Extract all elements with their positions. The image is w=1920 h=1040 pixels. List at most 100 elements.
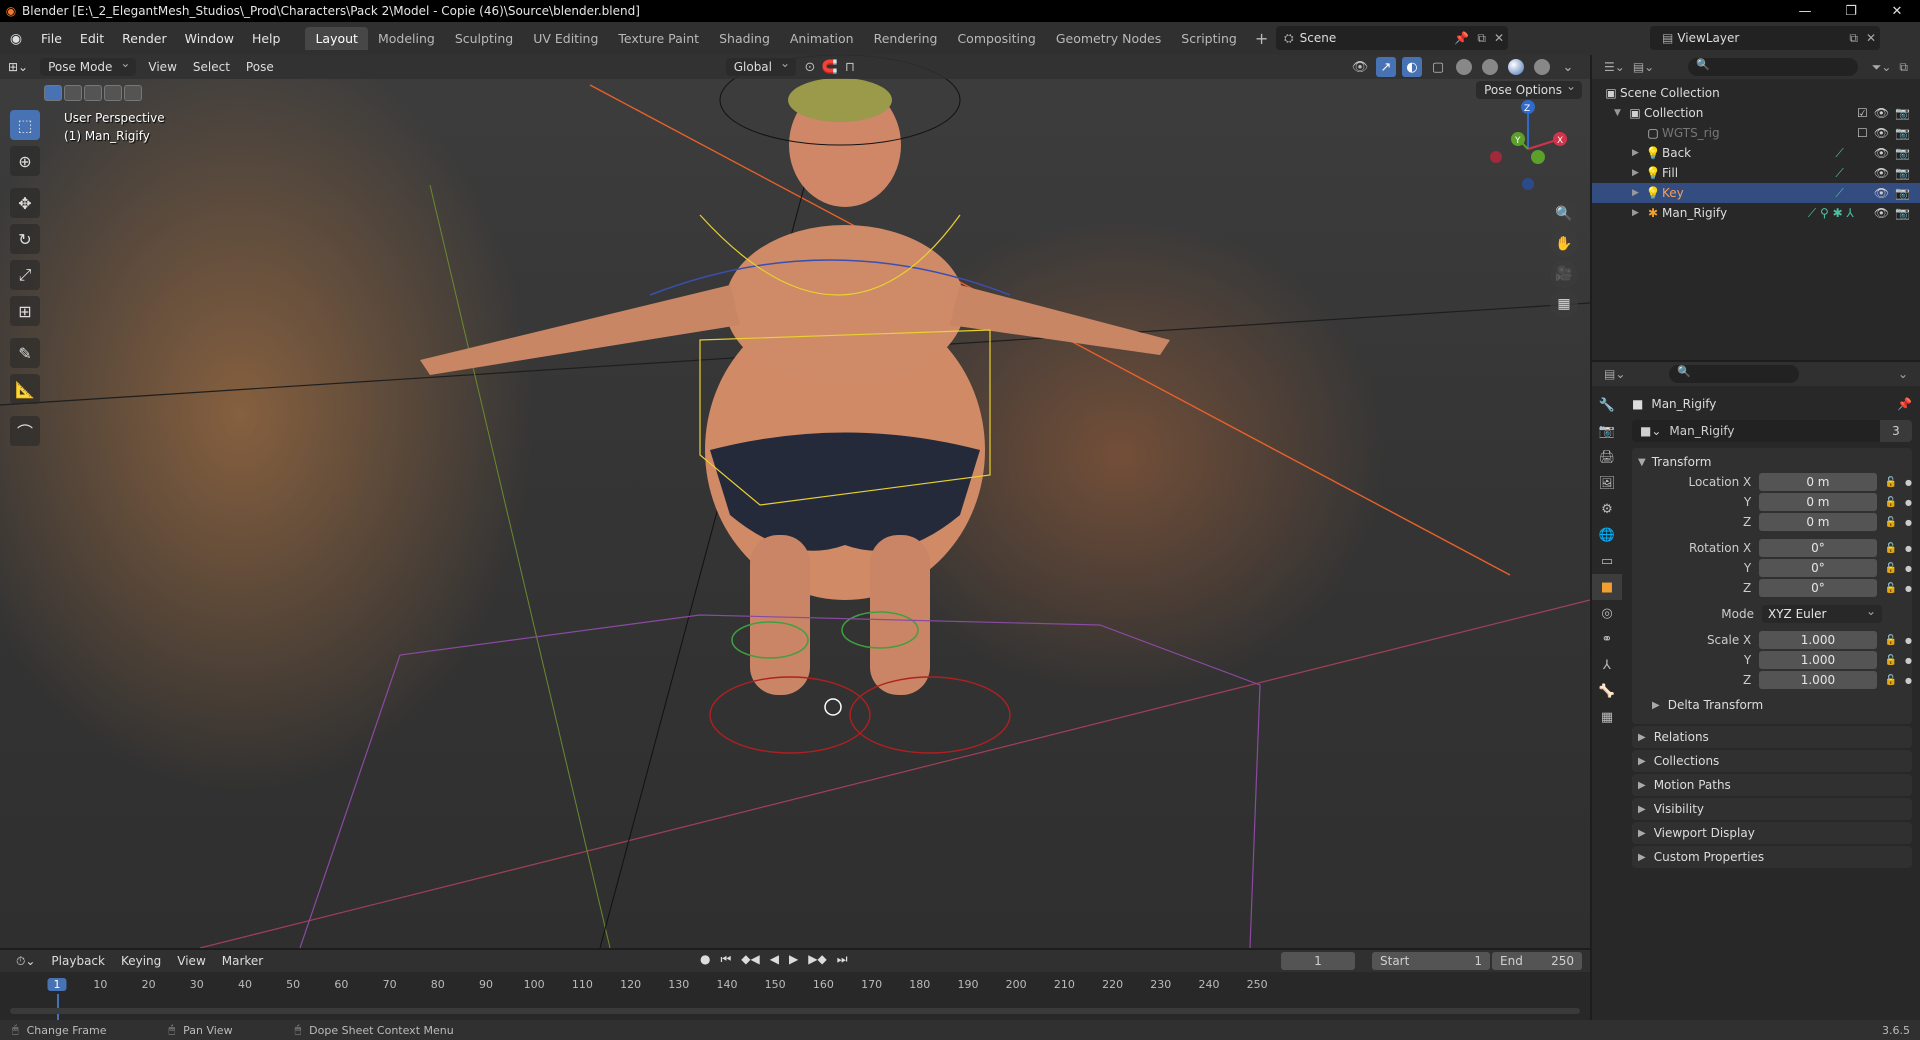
location-z-field[interactable]: 0 m [1759, 513, 1877, 531]
pin-icon[interactable]: 📌 [1450, 31, 1473, 45]
maximize-button[interactable]: ❐ [1828, 4, 1874, 19]
texture-tab-icon[interactable]: ▦ [1592, 704, 1622, 730]
camera-render-icon[interactable]: 📷 [1895, 146, 1910, 160]
object-data-field[interactable]: ■⌄ Man_Rigify 3 [1632, 420, 1912, 442]
user-count[interactable]: 3 [1880, 420, 1912, 442]
zoom-icon[interactable]: 🔍 [1550, 200, 1578, 228]
timeline-editor-type-icon[interactable]: ⏱⌄ [8, 954, 43, 969]
outliner-search-input[interactable]: 🔍 [1688, 58, 1859, 76]
transform-panel-header[interactable]: ▼ Transform [1632, 452, 1912, 472]
lock-icon[interactable]: 🔓 [1885, 655, 1897, 666]
prev-keyframe-icon[interactable]: ◆◀ [741, 952, 759, 967]
menu-render[interactable]: Render [113, 31, 176, 46]
properties-options-icon[interactable]: ⌄ [1894, 367, 1912, 381]
eye-icon[interactable]: 👁 [1874, 106, 1889, 120]
tab-shading[interactable]: Shading [709, 27, 780, 50]
outliner-row-man-rigify[interactable]: ▶ ✱ Man_Rigify ⟋ ⚲ ✱ ⅄ 👁 📷 [1592, 203, 1920, 223]
jump-start-icon[interactable]: ⏮ [720, 952, 731, 967]
keyframe-dot-icon[interactable]: ● [1905, 656, 1912, 665]
keyframe-dot-icon[interactable]: ● [1905, 518, 1912, 527]
motion-paths-panel[interactable]: ▶ Motion Paths [1632, 774, 1912, 796]
camera-render-icon[interactable]: 📷 [1895, 186, 1910, 200]
3d-cursor[interactable] [824, 698, 842, 716]
minimize-button[interactable]: — [1782, 4, 1828, 19]
menu-pose[interactable]: Pose [238, 60, 282, 74]
menu-timeline-view[interactable]: View [169, 954, 213, 968]
next-keyframe-icon[interactable]: ▶◆ [808, 952, 826, 967]
pivot-icon[interactable]: ⊙ [800, 57, 820, 77]
right-foot-control[interactable] [849, 676, 1011, 754]
render-tab-icon[interactable]: 📷 [1592, 418, 1622, 444]
expand-arrow-icon[interactable]: ▶ [1632, 208, 1644, 218]
object-tab-icon[interactable]: ■ [1592, 574, 1622, 600]
tab-texture-paint[interactable]: Texture Paint [608, 27, 709, 50]
menu-select[interactable]: Select [185, 60, 238, 74]
gizmo-neg-z-handle[interactable] [1522, 178, 1534, 190]
gizmo-neg-y-handle[interactable] [1531, 150, 1545, 164]
select-extend-icon[interactable] [64, 85, 82, 101]
rendered-shading-icon[interactable] [1534, 59, 1550, 75]
keyframe-dot-icon[interactable]: ● [1905, 498, 1912, 507]
checkbox-icon[interactable]: ☑ [1857, 106, 1868, 120]
outliner-editor-type-icon[interactable]: ☰⌄ [1600, 60, 1629, 74]
visibility-panel[interactable]: ▶ Visibility [1632, 798, 1912, 820]
tab-modeling[interactable]: Modeling [368, 27, 445, 50]
material-shading-icon[interactable] [1508, 59, 1524, 75]
solid-shading-icon[interactable] [1482, 59, 1498, 75]
lock-icon[interactable]: 🔓 [1885, 563, 1897, 574]
viewport-display-panel[interactable]: ▶ Viewport Display [1632, 822, 1912, 844]
measure-tool-icon[interactable]: 📐 [10, 374, 40, 404]
record-icon[interactable]: ● [700, 952, 710, 967]
outliner-row-fill[interactable]: ▶ 💡 Fill ⟋ 👁 📷 [1592, 163, 1920, 183]
character-chest[interactable] [725, 225, 965, 385]
world-tab-icon[interactable]: 🌐 [1592, 522, 1622, 548]
xray-icon[interactable]: ▢ [1428, 57, 1448, 77]
outliner-row-back[interactable]: ▶ 💡 Back ⟋ 👁 📷 [1592, 143, 1920, 163]
transform-orientation-selector[interactable]: Global [725, 56, 796, 76]
pan-hand-icon[interactable]: ✋ [1550, 230, 1578, 258]
camera-render-icon[interactable]: 📷 [1895, 106, 1910, 120]
light-data-icon[interactable]: ⟋ [1835, 166, 1843, 181]
lock-icon[interactable]: 🔓 [1885, 497, 1897, 508]
menu-file[interactable]: File [32, 31, 71, 46]
keyframe-dot-icon[interactable]: ● [1905, 564, 1912, 573]
checkbox-icon[interactable]: ☐ [1857, 126, 1868, 140]
physics-tab-icon[interactable]: ◎ [1592, 600, 1622, 626]
tool-tab-icon[interactable]: 🔧 [1592, 392, 1622, 418]
menu-keying[interactable]: Keying [113, 954, 169, 968]
keyframe-dot-icon[interactable]: ● [1905, 478, 1912, 487]
lock-icon[interactable]: 🔓 [1885, 583, 1897, 594]
rotation-x-field[interactable]: 0° [1759, 539, 1877, 557]
editor-type-icon[interactable]: ⊞⌄ [0, 60, 36, 74]
character-right-arm[interactable] [950, 285, 1170, 355]
light-data-icon[interactable]: ⟋ [1835, 186, 1843, 201]
expand-arrow-icon[interactable]: ▶ [1632, 168, 1644, 178]
eye-icon[interactable]: 👁 [1874, 166, 1889, 180]
tab-layout[interactable]: Layout [305, 27, 368, 50]
3d-viewport[interactable]: ⊞⌄ Pose Mode View Select Pose Global ⊙ 🧲… [0, 55, 1590, 948]
select-invert-icon[interactable] [104, 85, 122, 101]
lock-icon[interactable]: 🔓 [1885, 675, 1897, 686]
playhead-label[interactable]: 1 [47, 978, 67, 991]
tab-geometry-nodes[interactable]: Geometry Nodes [1046, 27, 1171, 50]
collection-tab-icon[interactable]: ▭ [1592, 548, 1622, 574]
constraints-tab-icon[interactable]: ⚭ [1592, 626, 1622, 652]
add-workspace-icon[interactable]: + [1247, 29, 1276, 48]
lock-icon[interactable]: 🔓 [1885, 635, 1897, 646]
play-reverse-icon[interactable]: ◀ [770, 952, 779, 967]
scale-y-field[interactable]: 1.000 [1759, 651, 1877, 669]
outliner-row-wgts-rig[interactable]: ▢ WGTS_rig ☐ 👁 📷 [1592, 123, 1920, 143]
new-view-layer-icon[interactable]: ⧉ [1845, 31, 1862, 46]
scene-selector[interactable]: ⛭ Scene 📌 ⧉ ✕ [1276, 26, 1508, 50]
current-frame-field[interactable]: 1 [1281, 952, 1355, 970]
keyframe-dot-icon[interactable]: ● [1905, 676, 1912, 685]
shading-options-icon[interactable]: ⌄ [1558, 57, 1578, 77]
camera-icon[interactable]: 🎥 [1550, 260, 1578, 288]
snap-settings-icon[interactable]: ⊓ [840, 57, 860, 77]
character-hair[interactable] [788, 78, 892, 122]
scene-tab-icon[interactable]: ⚙ [1592, 496, 1622, 522]
tab-animation[interactable]: Animation [780, 27, 864, 50]
light-data-icon[interactable]: ⟋ [1835, 146, 1843, 161]
custom-properties-panel[interactable]: ▶ Custom Properties [1632, 846, 1912, 868]
lock-icon[interactable]: 🔓 [1885, 543, 1897, 554]
